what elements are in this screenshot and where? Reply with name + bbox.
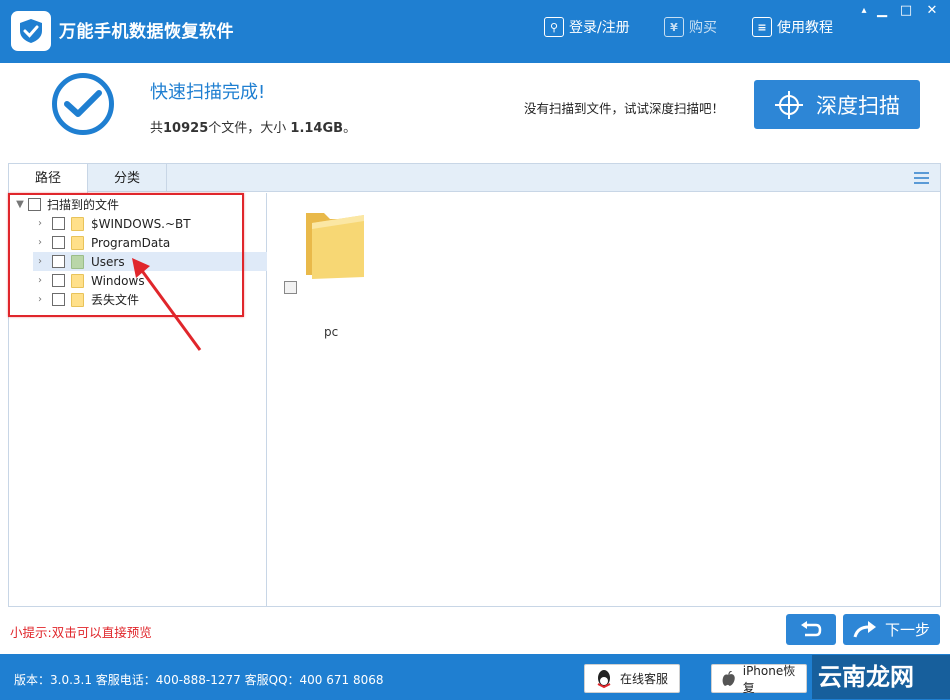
document-icon: ≡: [752, 17, 772, 37]
chevron-right-icon[interactable]: ›: [33, 294, 47, 305]
back-button[interactable]: [786, 614, 836, 645]
folder-icon: [71, 273, 84, 288]
crosshair-icon: [775, 90, 803, 119]
online-service-button[interactable]: 在线客服: [584, 664, 680, 693]
next-step-button[interactable]: 下一步: [843, 614, 940, 645]
checkbox[interactable]: [28, 198, 41, 211]
key-icon: ⚲: [544, 17, 564, 37]
app-title: 万能手机数据恢复软件: [59, 22, 234, 42]
file-item[interactable]: pc: [284, 203, 364, 339]
tab-path[interactable]: 路径: [9, 164, 88, 193]
menu-icon[interactable]: [914, 172, 929, 184]
folder-icon: [71, 254, 84, 269]
close-button[interactable]: ✕: [919, 0, 945, 20]
next-step-label: 下一步: [884, 621, 930, 639]
arrow-annotation-icon: [132, 258, 202, 351]
version-info: 版本：3.0.3.1 客服电话：400-888-1277 客服QQ：400 67…: [14, 673, 384, 687]
folder-icon: [71, 216, 84, 231]
maximize-button[interactable]: □: [893, 0, 919, 20]
checkbox[interactable]: [284, 281, 297, 294]
yen-icon: ¥: [664, 17, 684, 37]
tree-root[interactable]: ▼ 扫描到的文件: [13, 195, 271, 214]
title-bar: 万能手机数据恢复软件 ⚲ 登录/注册 ¥ 购买 ≡ 使用教程 ▴ ▁ □ ✕: [0, 0, 950, 63]
shield-check-icon: [20, 19, 42, 43]
online-service-label: 在线客服: [620, 672, 669, 686]
buy-label: 购买: [689, 20, 717, 36]
login-label: 登录/注册: [569, 20, 630, 36]
scan-summary: 共10925个文件，大小 1.14GB。: [150, 121, 357, 136]
scan-status-title: 快速扫描完成!: [150, 82, 266, 103]
file-name: pc: [324, 325, 339, 339]
tutorial-button[interactable]: ≡ 使用教程: [752, 17, 833, 37]
login-button[interactable]: ⚲ 登录/注册: [544, 17, 630, 37]
chevron-right-icon[interactable]: ›: [33, 275, 47, 286]
forward-arrow-icon: [853, 620, 876, 637]
tree-root-label: 扫描到的文件: [47, 198, 120, 212]
status-bar: 版本：3.0.3.1 客服电话：400-888-1277 客服QQ：400 67…: [0, 654, 950, 700]
tree-item-label: Users: [91, 254, 125, 269]
folder-icon: [306, 213, 364, 279]
watermark: 云南龙网: [812, 655, 950, 699]
file-grid: pc: [268, 193, 940, 607]
folder-icon: [71, 292, 84, 307]
apple-icon: [722, 670, 735, 686]
deep-scan-label: 深度扫描: [816, 93, 900, 118]
app-logo: [11, 11, 51, 51]
tab-bar: 路径 分类: [9, 164, 940, 193]
file-count: 10925: [163, 121, 209, 136]
checkbox[interactable]: [52, 217, 65, 230]
scan-header: 快速扫描完成! 共10925个文件，大小 1.14GB。 没有扫描到文件，试试深…: [0, 63, 950, 155]
tree-item-label: $WINDOWS.~BT: [91, 216, 191, 231]
tree-item[interactable]: › ProgramData: [33, 233, 291, 252]
chevron-right-icon[interactable]: ›: [33, 218, 47, 229]
checkmark-icon: [64, 90, 102, 117]
chevron-right-icon[interactable]: ›: [33, 237, 47, 248]
minimize-button[interactable]: ▁: [869, 0, 895, 20]
checkbox[interactable]: [52, 255, 65, 268]
folder-icon: [71, 235, 84, 250]
deep-scan-hint: 没有扫描到文件，试试深度扫描吧！: [524, 101, 725, 116]
scan-complete-icon: [52, 73, 114, 135]
tutorial-label: 使用教程: [777, 20, 833, 36]
checkbox[interactable]: [52, 236, 65, 249]
tab-category[interactable]: 分类: [88, 164, 167, 192]
buy-button[interactable]: ¥ 购买: [664, 17, 717, 37]
tip-text: 小提示:双击可以直接预览: [10, 625, 152, 640]
checkbox[interactable]: [52, 274, 65, 287]
tree-item[interactable]: › $WINDOWS.~BT: [33, 214, 291, 233]
undo-icon: [801, 620, 822, 636]
checkbox[interactable]: [52, 293, 65, 306]
iphone-recovery-label: iPhone恢复: [742, 663, 796, 695]
results-panel: 路径 分类 ▼ 扫描到的文件 › $WINDOWS.~BT › ProgramD…: [8, 163, 941, 607]
chevron-down-icon[interactable]: ▼: [13, 199, 27, 210]
tree-item-label: ProgramData: [91, 235, 171, 250]
deep-scan-button[interactable]: 深度扫描: [754, 80, 920, 129]
chevron-right-icon[interactable]: ›: [33, 256, 47, 267]
total-size: 1.14GB: [290, 121, 344, 136]
iphone-recovery-button[interactable]: iPhone恢复: [711, 663, 807, 695]
qq-icon: [597, 669, 611, 688]
